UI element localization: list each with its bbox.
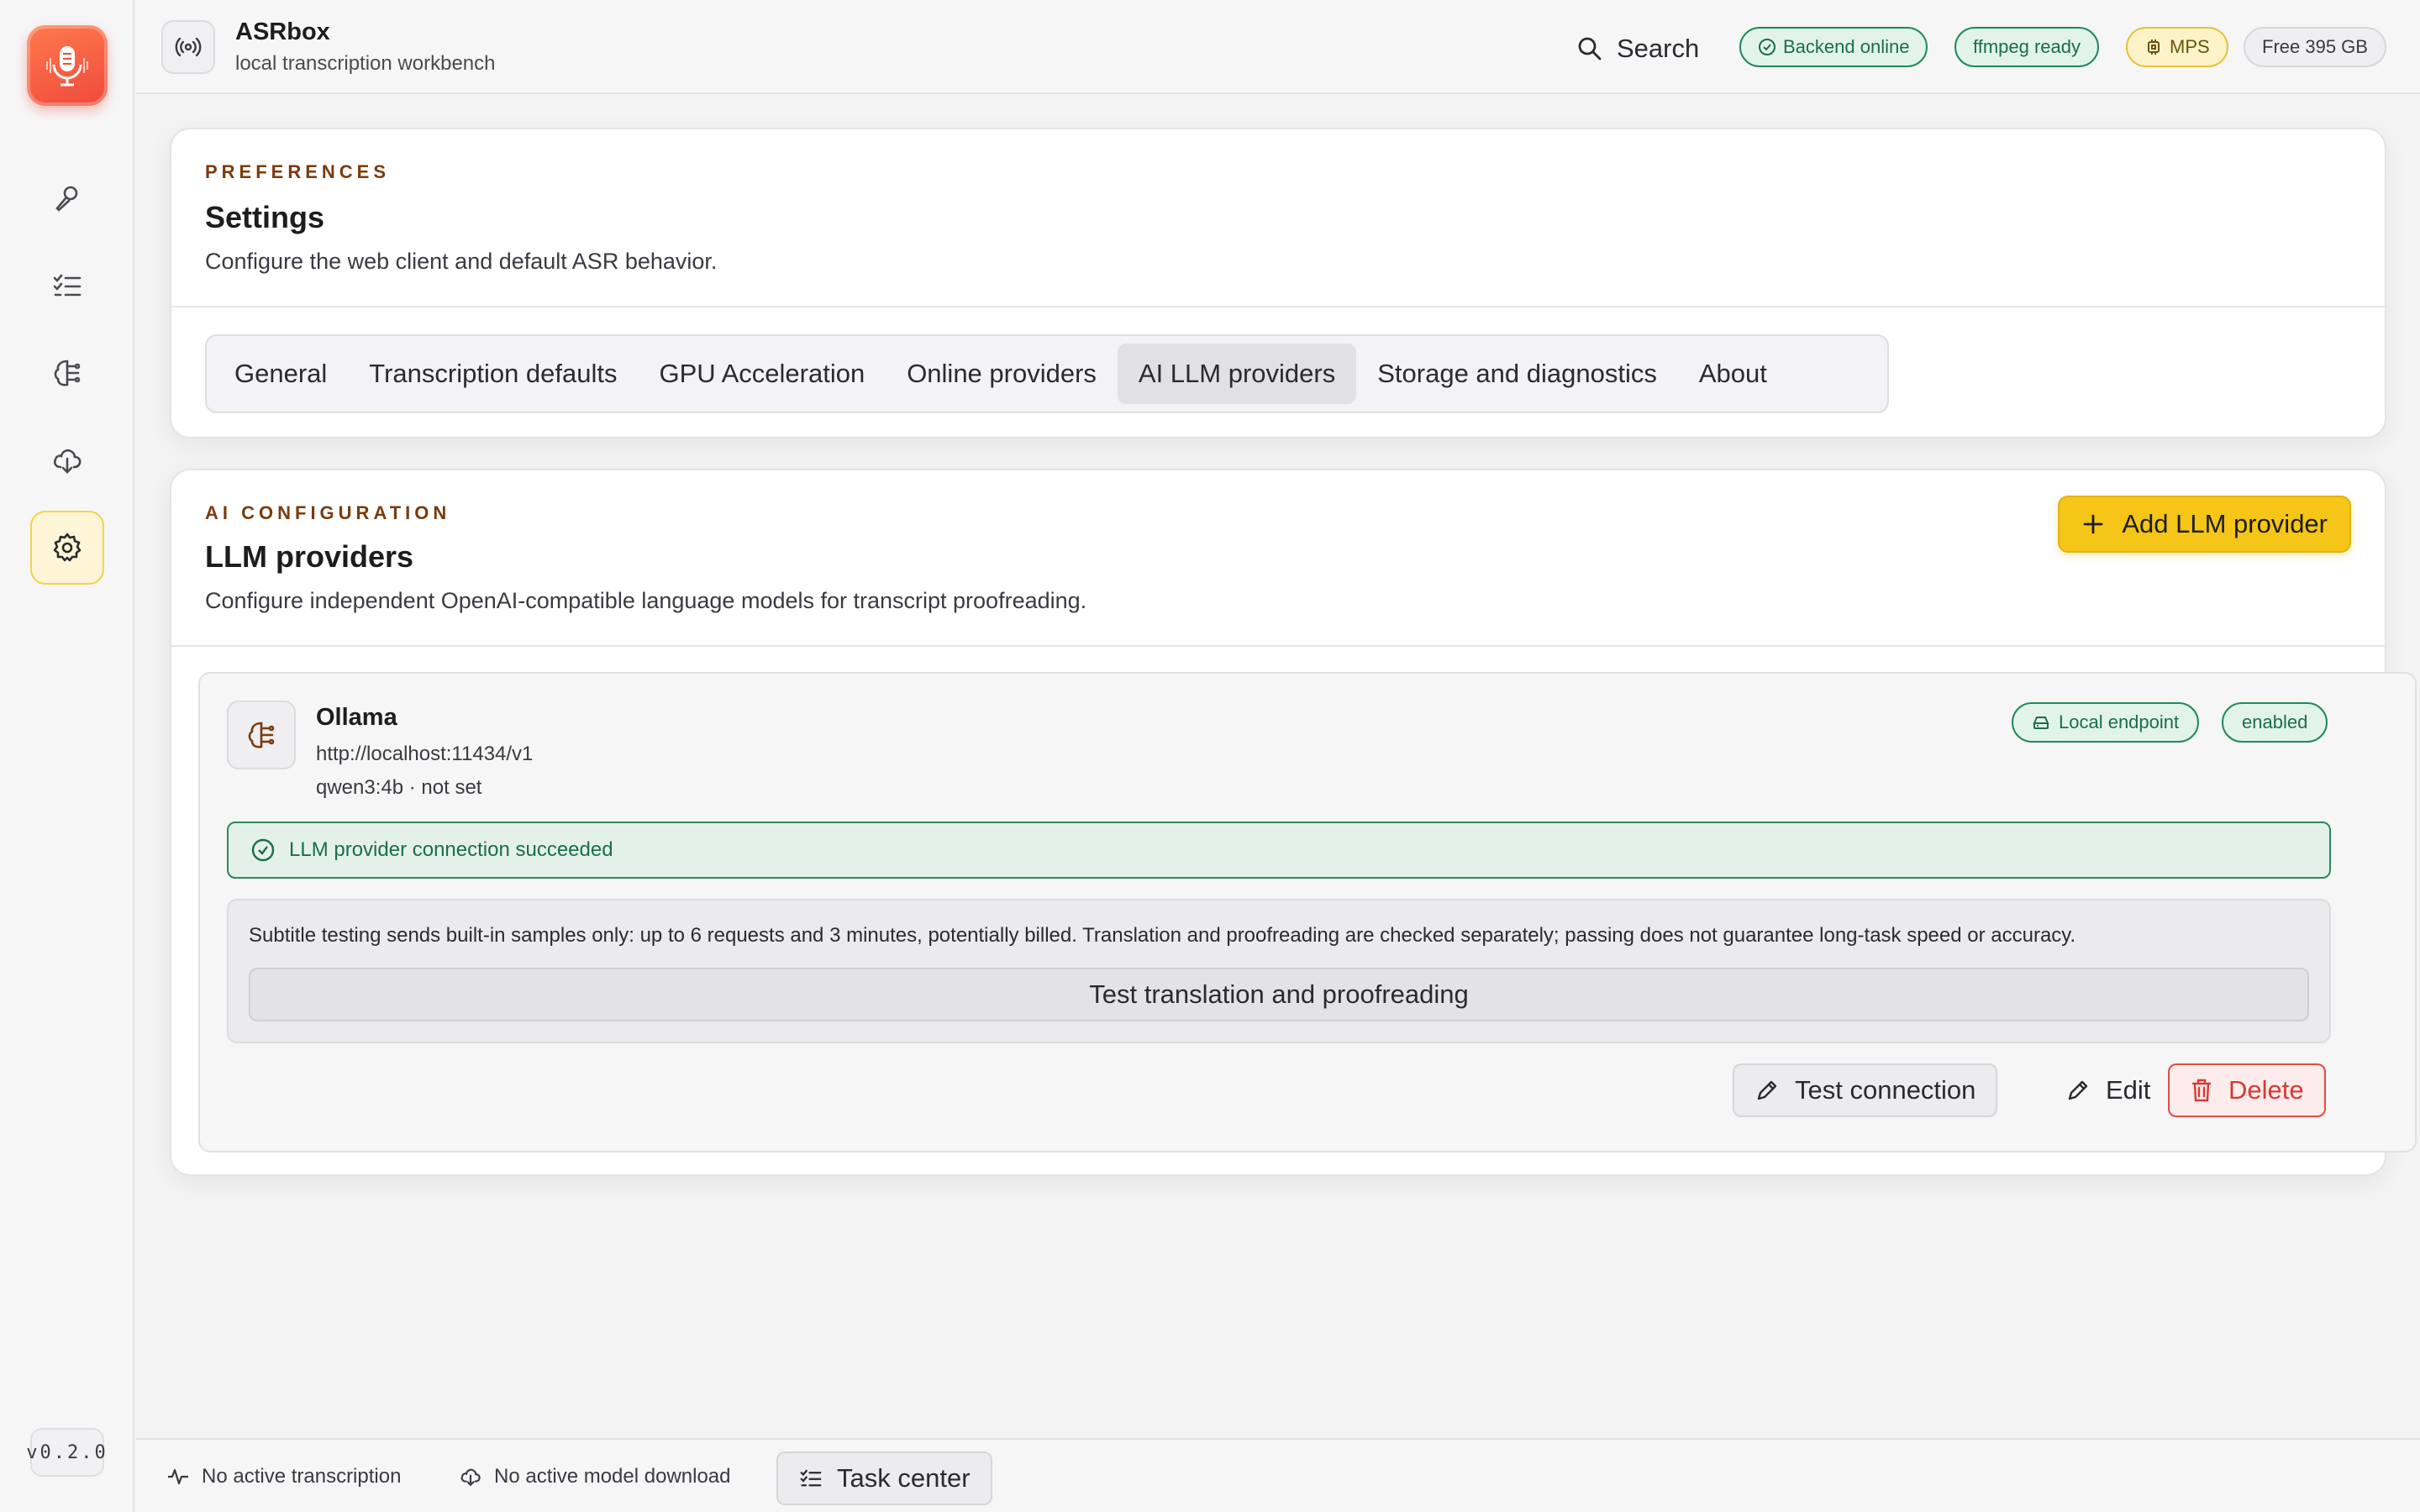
search-label: Search — [1617, 34, 1700, 63]
check-circle-icon — [251, 838, 275, 862]
search-button[interactable]: Search — [1576, 30, 1699, 67]
tab-general[interactable]: General — [213, 344, 348, 404]
plus-icon — [2083, 514, 2103, 534]
check-circle-icon — [1759, 39, 1776, 55]
sidebar-item-downloads[interactable] — [30, 423, 104, 497]
checklist-icon — [53, 274, 82, 297]
section-description: Configure independent OpenAI-compatible … — [205, 588, 1087, 613]
page-description: Configure the web client and default ASR… — [205, 249, 718, 274]
chip-icon — [2148, 39, 2160, 55]
divider — [171, 306, 2385, 307]
test-connection-button[interactable]: Test connection — [1733, 1063, 1998, 1117]
add-llm-provider-button[interactable]: Add LLM provider — [2058, 496, 2351, 553]
cloud-download-icon — [460, 1468, 481, 1487]
search-icon — [1578, 37, 1602, 60]
brain-icon — [54, 360, 81, 386]
trash-icon — [2191, 1079, 2212, 1102]
tab-storage-diagnostics[interactable]: Storage and diagnostics — [1356, 344, 1678, 404]
device-badge: MPS — [2126, 27, 2228, 67]
hard-drive-icon — [2033, 717, 2049, 729]
microphone-icon — [55, 186, 78, 212]
preferences-eyebrow: PREFERENCES — [205, 161, 391, 182]
ffmpeg-status-badge: ffmpeg ready — [1954, 27, 2100, 67]
brain-icon — [227, 701, 296, 769]
local-endpoint-badge: Local endpoint — [2012, 702, 2200, 743]
ai-config-eyebrow: AI CONFIGURATION — [205, 502, 451, 523]
delete-button[interactable]: Delete — [2168, 1063, 2326, 1117]
settings-tabs: General Transcription defaults GPU Accel… — [205, 334, 1889, 413]
section-title: LLM providers — [205, 539, 414, 574]
llm-providers-card: AI CONFIGURATION LLM providers Configure… — [170, 469, 2417, 1176]
pencil-icon — [2068, 1080, 2088, 1100]
pencil-icon — [1757, 1080, 1777, 1100]
tab-online-providers[interactable]: Online providers — [886, 344, 1118, 404]
subtitle-test-note: Subtitle testing sends built-in samples … — [249, 924, 2076, 947]
status-bar: No active transcription No active model … — [136, 1438, 2420, 1512]
provider-url: http://localhost:11434/v1 — [316, 743, 534, 765]
cloud-download-icon — [53, 449, 82, 474]
activity-icon — [168, 1468, 188, 1485]
top-bar: ASRbox local transcription workbench Sea… — [136, 0, 2420, 94]
tab-gpu-acceleration[interactable]: GPU Acceleration — [639, 344, 886, 404]
connection-success-banner: LLM provider connection succeeded — [227, 822, 2331, 879]
provider-model: qwen3:4b · not set — [316, 776, 482, 799]
transcription-status: No active transcription — [166, 1465, 401, 1488]
page-title: Settings — [205, 200, 325, 234]
tab-about[interactable]: About — [1678, 344, 1788, 404]
sidebar: v0.2.0 — [0, 0, 134, 1512]
sidebar-item-settings[interactable] — [30, 511, 104, 585]
test-translation-proofreading-button[interactable]: Test translation and proofreading — [249, 968, 2309, 1021]
sidebar-item-models[interactable] — [30, 336, 104, 410]
download-status: No active model download — [459, 1465, 731, 1488]
microphone-icon — [46, 46, 88, 87]
app-title: ASRbox — [235, 18, 330, 45]
preferences-card: PREFERENCES Settings Configure the web c… — [170, 128, 2386, 438]
provider-card: Ollama http://localhost:11434/v1 qwen3:4… — [198, 672, 2417, 1152]
backend-status-badge: Backend online — [1739, 27, 1928, 67]
subtitle-test-panel: Subtitle testing sends built-in samples … — [227, 899, 2331, 1043]
enabled-status-badge: enabled — [2222, 702, 2328, 743]
divider — [171, 645, 2385, 647]
tab-transcription-defaults[interactable]: Transcription defaults — [348, 344, 638, 404]
sidebar-item-tasks[interactable] — [30, 249, 104, 323]
sidebar-item-transcribe[interactable] — [30, 161, 104, 235]
task-center-button[interactable]: Task center — [776, 1452, 992, 1505]
provider-name: Ollama — [316, 704, 397, 731]
checklist-icon — [800, 1469, 822, 1487]
app-logo[interactable] — [27, 25, 108, 106]
tab-ai-llm-providers[interactable]: AI LLM providers — [1117, 344, 1357, 404]
broadcast-icon — [161, 20, 215, 74]
edit-button[interactable]: Edit — [2045, 1063, 2170, 1117]
gear-icon — [53, 533, 82, 562]
version-badge: v0.2.0 — [26, 1428, 106, 1477]
app-subtitle: local transcription workbench — [235, 52, 496, 75]
storage-badge: Free 395 GB — [2244, 27, 2386, 67]
